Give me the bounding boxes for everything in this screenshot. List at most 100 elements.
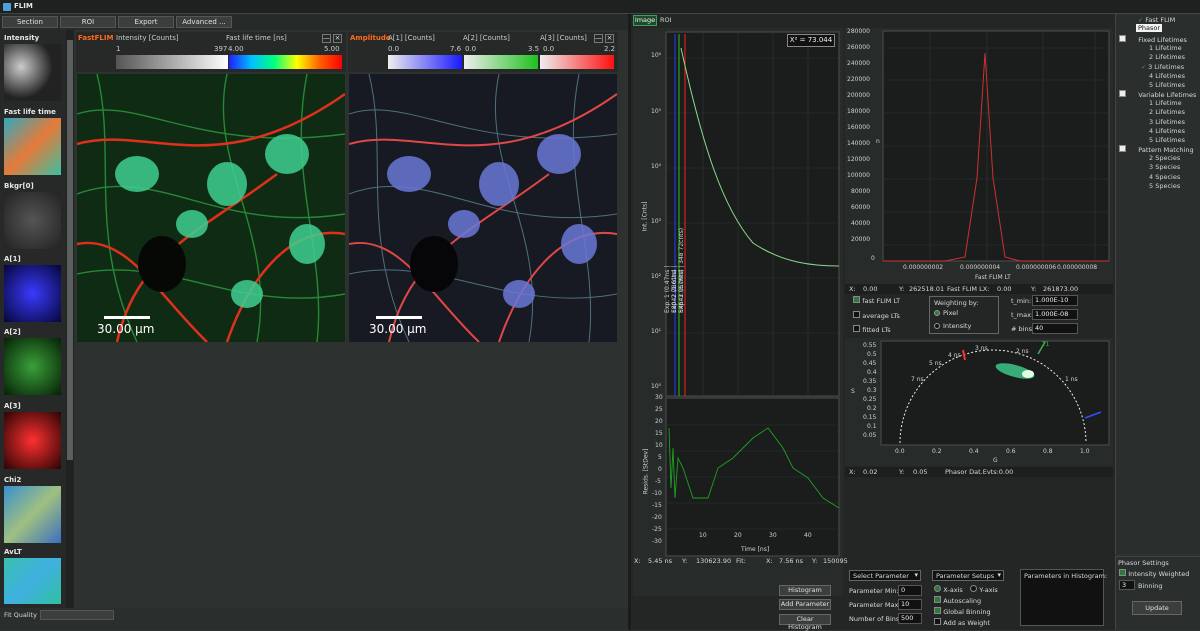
phasor-status-y: Y: — [899, 468, 905, 476]
pattern-item-3[interactable]: 3 Species — [1149, 163, 1180, 172]
tmin-input[interactable]: 1.000E-10 — [1032, 295, 1078, 306]
phasor-status-x-val: 0.02 — [863, 468, 878, 476]
intensity-label: Intensity — [943, 322, 972, 330]
hist-ytick-4: 200000 — [847, 92, 870, 99]
ytick-1e6: 10⁶ — [651, 52, 662, 59]
params-in-histogram-list[interactable]: Parameters in Histogram: — [1020, 569, 1107, 626]
fastflim-lifetime-label: Fast life time [ns] — [226, 34, 287, 42]
resid-m15: -15 — [652, 502, 662, 509]
thumb-bkgr[interactable] — [4, 192, 61, 249]
thumbnail-scrollbar[interactable] — [66, 30, 74, 608]
update-button[interactable]: Update — [1132, 601, 1182, 615]
autoscaling-checkbox[interactable] — [934, 596, 941, 603]
tree-pattern-matching[interactable]: Pattern Matching — [1119, 145, 1194, 154]
yaxis-radio[interactable] — [970, 585, 977, 592]
pixel-radio[interactable] — [934, 310, 940, 316]
tab-image[interactable]: Image — [633, 15, 657, 26]
phasor-ytick-2: 0.45 — [863, 360, 877, 367]
decay-panel: X² = 73.044 Int. [Cnts] Resids. [StDev] … — [633, 28, 843, 596]
fitted-lts-checkbox[interactable] — [853, 325, 860, 332]
intensity-weighted-option[interactable]: Intensity Weighted — [1119, 569, 1189, 578]
minimize-icon[interactable]: — — [322, 34, 331, 43]
fast-flim-lt-option[interactable]: fast FLIM LT — [853, 296, 900, 305]
thumb-label-bkgr: Bkgr[0] — [4, 182, 34, 190]
variable-item-2[interactable]: 2 Lifetimes — [1149, 108, 1185, 117]
fastflim-image[interactable]: 30.00 µm — [77, 74, 345, 342]
a1-colorbar — [388, 55, 462, 69]
expand-icon[interactable] — [1119, 35, 1126, 42]
add-parameter-button[interactable]: Add Parameter — [779, 599, 831, 610]
param-max-input[interactable]: 10 — [898, 599, 922, 610]
hist-xlabel: Fast FLIM LT — [975, 274, 1011, 281]
phasor-ytick-0: 0.55 — [863, 342, 877, 349]
expand-icon[interactable] — [1119, 90, 1126, 97]
fixed-item-1[interactable]: 1 Lifetime — [1149, 44, 1185, 53]
global-binning-checkbox[interactable] — [934, 607, 941, 614]
fitted-lts-option[interactable]: fitted LTs — [853, 325, 891, 334]
menu-advanced[interactable]: Advanced ... — [176, 16, 232, 28]
thumb-avlt[interactable] — [4, 558, 61, 604]
average-lts-option[interactable]: average LTs — [853, 311, 900, 320]
close-icon[interactable]: × — [333, 34, 342, 43]
add-weight-checkbox[interactable] — [934, 618, 941, 625]
yaxis-option[interactable]: Y-axis — [970, 585, 998, 594]
amplitude-scalebar-label: 30.00 µm — [369, 322, 427, 336]
phasor-xlabel: G — [993, 457, 998, 464]
intensity-radio[interactable] — [934, 323, 940, 329]
param-min-input[interactable]: 0 — [898, 585, 922, 596]
binning-input[interactable]: 3 — [1119, 580, 1135, 590]
scrollbar-thumb[interactable] — [67, 40, 73, 460]
fast-flim-lt-checkbox[interactable] — [853, 296, 860, 303]
pattern-item-2[interactable]: 2 Species — [1149, 154, 1180, 163]
clear-histogram-button[interactable]: Clear Histogram — [779, 614, 831, 631]
num-bins-input[interactable]: 500 — [898, 613, 922, 624]
pattern-item-5[interactable]: 5 Species — [1149, 182, 1180, 191]
tmax-input[interactable]: 1.000E-08 — [1032, 309, 1078, 320]
fixed-item-4[interactable]: 4 Lifetimes — [1149, 72, 1185, 81]
expand-icon[interactable] — [1119, 145, 1126, 152]
autoscaling-label: Autoscaling — [943, 597, 982, 605]
select-parameter-dropdown[interactable]: Select Parameter ▾ — [849, 570, 921, 581]
fixed-item-2[interactable]: 2 Lifetimes — [1149, 53, 1185, 62]
tree-fixed-label: Fixed Lifetimes — [1138, 36, 1187, 44]
tree-fast-flim[interactable]: ✓ Fast FLIM — [1138, 16, 1175, 24]
hist-ytick-5: 180000 — [847, 108, 870, 115]
parameter-setups-label: Parameter Setups — [936, 572, 995, 580]
thumb-chi2[interactable] — [4, 486, 61, 543]
tree-fixed-lifetimes[interactable]: Fixed Lifetimes — [1119, 35, 1187, 44]
tab-roi[interactable]: ROI — [660, 16, 672, 24]
average-lts-checkbox[interactable] — [853, 311, 860, 318]
histogram-button[interactable]: Histogram — [779, 585, 831, 596]
tree-variable-lifetimes[interactable]: Variable Lifetimes — [1119, 90, 1196, 99]
bins-input[interactable]: 40 — [1032, 323, 1078, 334]
xaxis-radio[interactable] — [934, 585, 941, 592]
global-binning-option[interactable]: Global Binning — [934, 607, 991, 616]
variable-item-4[interactable]: 4 Lifetimes — [1149, 127, 1185, 136]
minimize-icon[interactable]: — — [594, 34, 603, 43]
tree-phasor[interactable]: Phasor — [1136, 24, 1163, 32]
pattern-item-4[interactable]: 4 Species — [1149, 173, 1180, 182]
tree-pattern-label: Pattern Matching — [1138, 146, 1194, 154]
hist-ytick-10: 80000 — [851, 188, 871, 195]
autoscaling-option[interactable]: Autoscaling — [934, 596, 981, 605]
variable-item-3[interactable]: 3 Lifetimes — [1149, 118, 1185, 127]
thumb-intensity[interactable] — [4, 44, 61, 101]
thumb-a2[interactable] — [4, 338, 61, 395]
chevron-down-icon: ▾ — [997, 571, 1001, 579]
menu-roi[interactable]: ROI — [60, 16, 116, 28]
phasor-ytick-7: 0.2 — [867, 405, 877, 412]
add-weight-option[interactable]: Add as Weight — [934, 618, 990, 627]
amplitude-image[interactable]: 30.00 µm — [349, 74, 617, 342]
thumb-a1[interactable] — [4, 265, 61, 322]
variable-item-1[interactable]: 1 Lifetime — [1149, 99, 1185, 108]
xaxis-option[interactable]: X-axis — [934, 585, 963, 594]
thumb-fast-lifetime[interactable] — [4, 118, 61, 175]
parameter-setups-dropdown[interactable]: Parameter Setups ▾ — [932, 570, 1004, 581]
thumb-a3[interactable] — [4, 412, 61, 469]
intensity-weighted-checkbox[interactable] — [1119, 569, 1126, 576]
menu-section[interactable]: Section — [2, 16, 58, 28]
menu-export[interactable]: Export — [118, 16, 174, 28]
close-icon[interactable]: × — [605, 34, 614, 43]
fixed-item-3[interactable]: ✓ 3 Lifetimes — [1141, 63, 1185, 72]
thumb-label-avlt: AvLT — [4, 548, 22, 556]
